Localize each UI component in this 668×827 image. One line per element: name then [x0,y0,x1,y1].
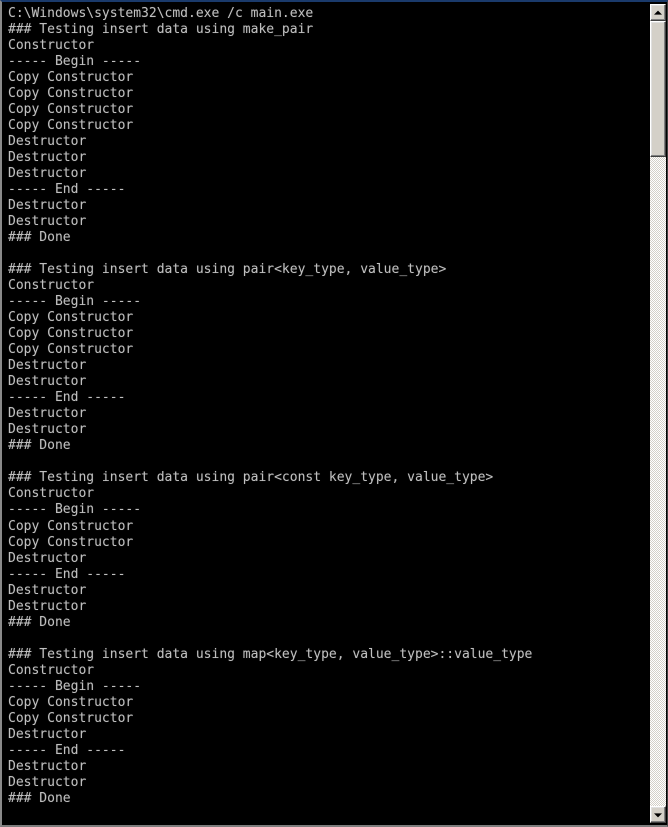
scroll-up-button[interactable] [650,4,666,21]
console-output-area[interactable]: C:\Windows\system32\cmd.exe /c main.exe … [2,2,650,825]
scroll-down-button[interactable] [650,806,666,823]
triangle-up-icon [654,10,662,15]
scroll-thumb[interactable] [650,21,666,157]
triangle-down-icon [654,812,662,817]
console-output-text: C:\Windows\system32\cmd.exe /c main.exe … [8,6,533,806]
console-window: C:\Windows\system32\cmd.exe /c main.exe … [0,0,668,827]
vertical-scrollbar[interactable] [650,4,666,823]
